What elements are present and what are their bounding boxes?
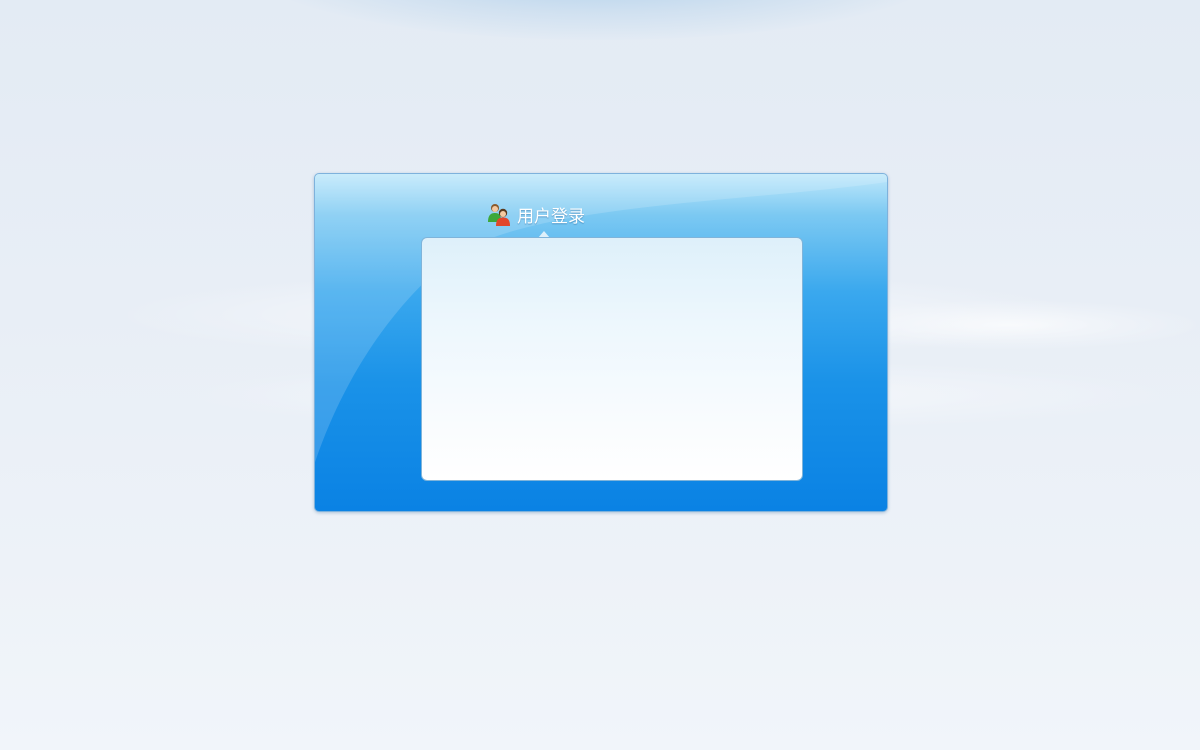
panel-header: 用户登录 <box>487 202 585 227</box>
background-glow <box>250 0 950 40</box>
login-panel: 用户登录 <box>314 173 888 512</box>
login-title: 用户登录 <box>517 206 585 227</box>
login-form-box <box>421 237 803 481</box>
user-group-icon <box>488 204 510 226</box>
